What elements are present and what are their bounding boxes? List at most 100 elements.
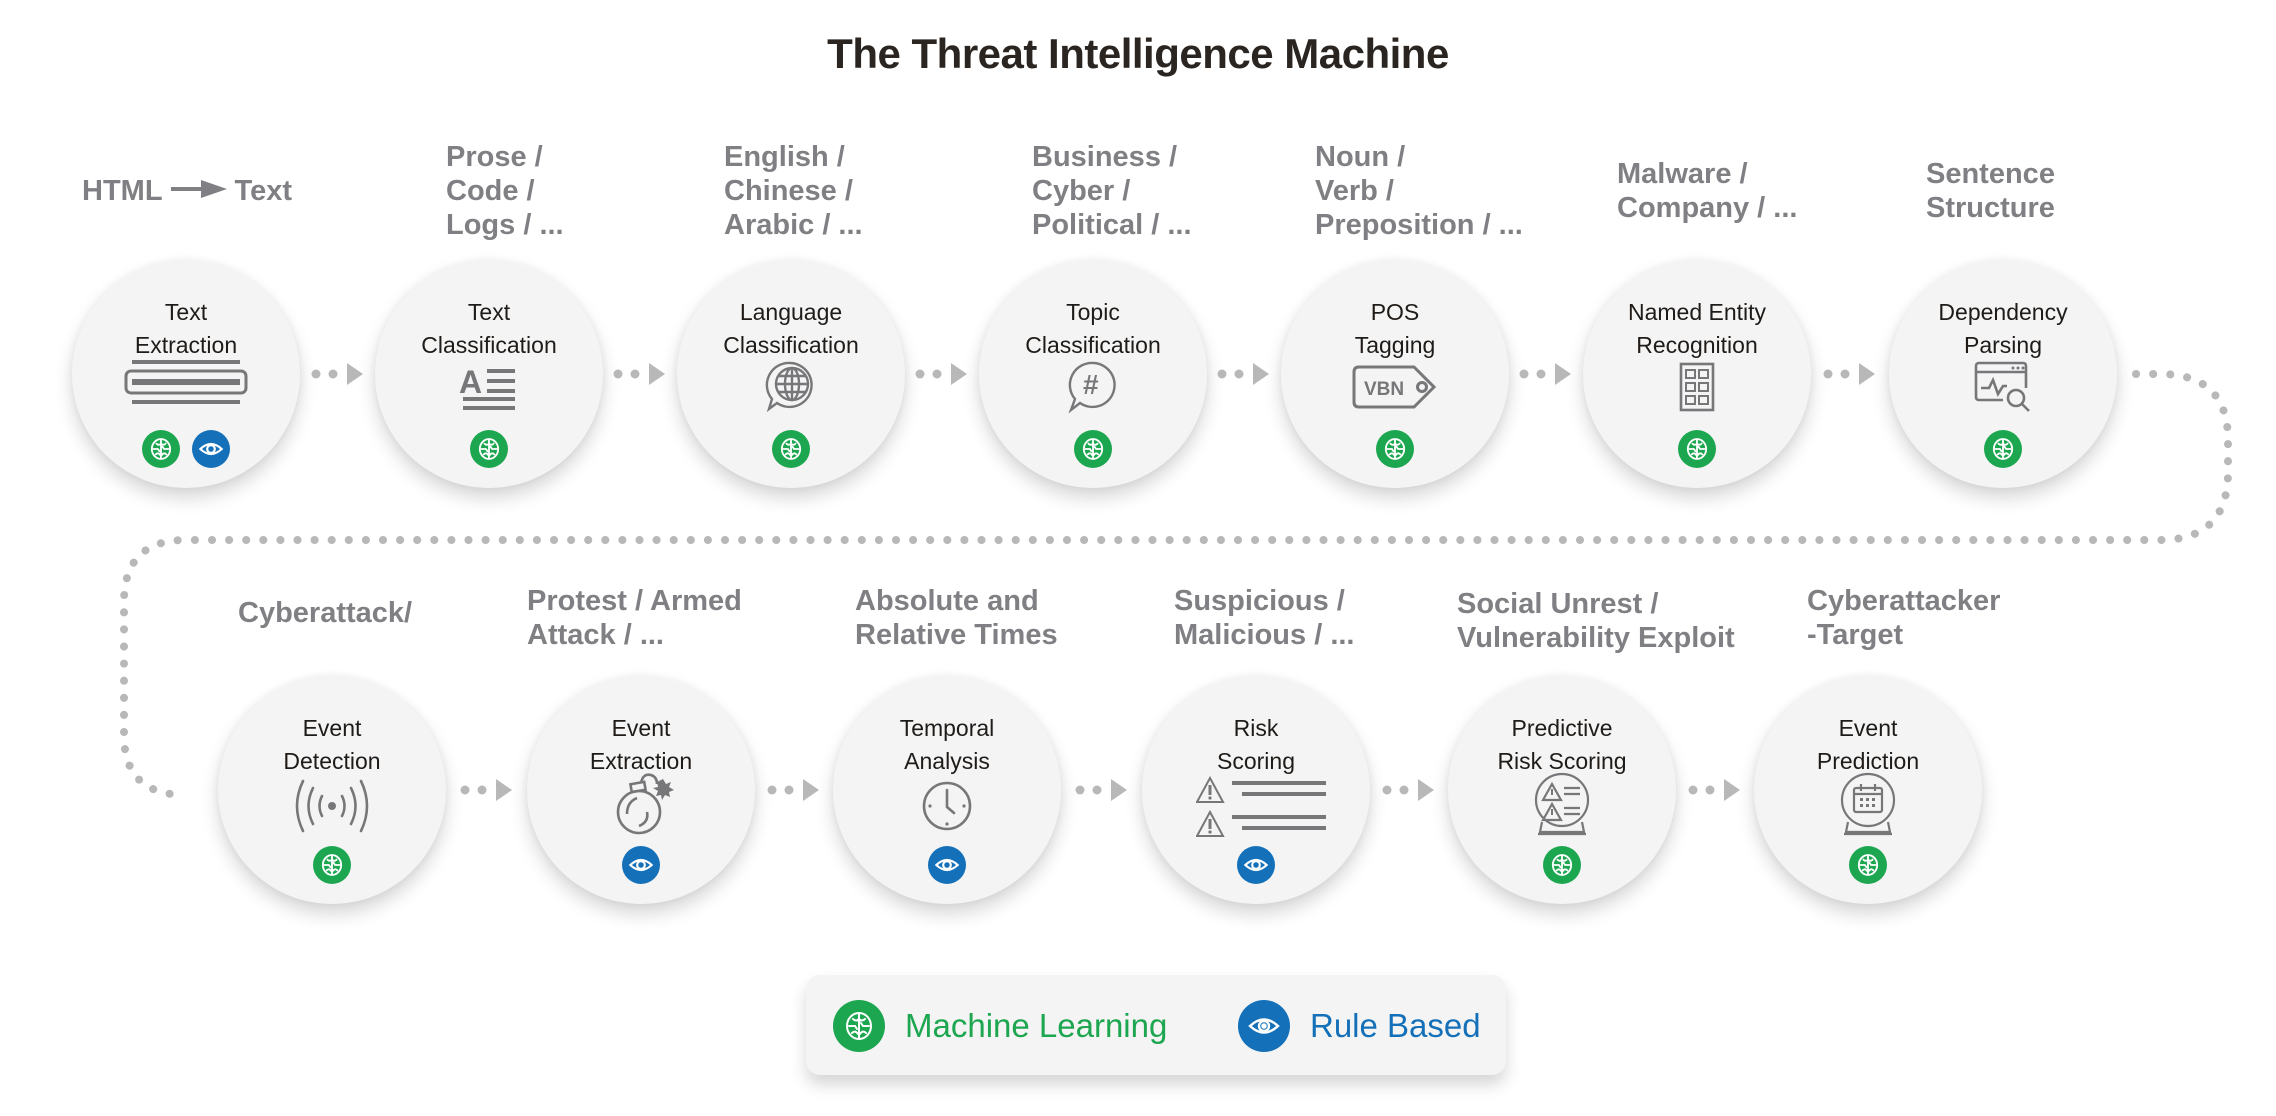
- brain-icon: [1849, 846, 1887, 884]
- node-risk-scoring: Risk Scoring: [1142, 676, 1370, 904]
- node-header-temporal-analysis: Absolute and Relative Times: [855, 584, 1058, 652]
- node-label-line: Extraction: [134, 332, 238, 358]
- node-header-pos-tagging: Noun / Verb / Preposition / ...: [1315, 140, 1523, 242]
- node-temporal-analysis: Temporal Analysis: [833, 676, 1061, 904]
- grid-icon: [1679, 362, 1715, 416]
- header-line: Attack / ...: [527, 619, 664, 651]
- node-label-line: Parsing: [1964, 332, 2042, 358]
- node-header-dependency-parsing: Sentence Structure: [1926, 157, 2055, 225]
- header-line: Protest / Armed: [527, 585, 742, 617]
- node-predictive-risk-scoring: Predictive Risk Scoring: [1448, 676, 1676, 904]
- broadcast-icon: [289, 778, 375, 838]
- legend: Machine Learning Rule Based: [806, 975, 1506, 1075]
- flow-connector-arrow: [1519, 362, 1573, 386]
- legend-label-machine-learning: Machine Learning: [905, 1007, 1168, 1044]
- eye-icon: [1238, 1000, 1290, 1052]
- node-label: Topic Classification: [979, 296, 1207, 362]
- header-line: Suspicious /: [1174, 585, 1345, 617]
- text-extraction-icon: [124, 360, 248, 408]
- node-label-line: Event: [1838, 715, 1898, 741]
- flow-connector-arrow: [460, 778, 514, 802]
- legend-item-rule-based: Rule Based: [1238, 1000, 1481, 1052]
- header-line: Cyber /: [1032, 175, 1131, 207]
- node-dependency-parsing: Dependency Parsing: [1889, 260, 2117, 488]
- header-line: Absolute and: [855, 585, 1039, 617]
- header-line: Verb /: [1315, 175, 1394, 207]
- method-badges: [677, 430, 905, 468]
- node-pos-tagging: POS Tagging VBN: [1281, 260, 1509, 488]
- crystal-ball-calendar-icon: [1834, 772, 1902, 842]
- brain-icon: [1984, 430, 2022, 468]
- header-from: HTML: [82, 175, 163, 207]
- header-line: Malicious / ...: [1174, 619, 1355, 651]
- header-line: Relative Times: [855, 619, 1058, 651]
- bomb-icon: [613, 770, 677, 840]
- threat-intelligence-diagram: The Threat Intelligence Machine HTML Text…: [0, 0, 2276, 1116]
- node-label-line: POS: [1370, 299, 1420, 325]
- hashtag-speech-icon: #: [1066, 360, 1120, 420]
- clock-icon: [921, 780, 973, 836]
- node-label: Text Classification: [375, 296, 603, 362]
- flow-connector-arrow: [311, 362, 365, 386]
- node-label: Temporal Analysis: [833, 712, 1061, 778]
- header-line: -Target: [1807, 619, 1904, 651]
- header-line: Structure: [1926, 192, 2055, 224]
- node-label-line: Text: [467, 299, 511, 325]
- tag-icon: VBN: [1350, 364, 1440, 414]
- node-label: Language Classification: [677, 296, 905, 362]
- node-label-line: Detection: [283, 748, 381, 774]
- node-label-line: Classification: [421, 332, 557, 358]
- brain-icon: [470, 430, 508, 468]
- node-header-event-extraction: Protest / Armed Attack / ...: [527, 584, 742, 652]
- method-badges: [72, 430, 300, 468]
- header-line: Preposition / ...: [1315, 209, 1523, 241]
- header-line: Business /: [1032, 141, 1178, 173]
- eye-icon: [1237, 846, 1275, 884]
- brain-icon: [772, 430, 810, 468]
- header-line: Malware /: [1617, 158, 1748, 190]
- header-line: Chinese /: [724, 175, 853, 207]
- header-line: Vulnerability Exploit: [1457, 622, 1735, 654]
- header-line: Code /: [446, 175, 535, 207]
- node-text-extraction: Text Extraction: [72, 260, 300, 488]
- node-label: POS Tagging: [1281, 296, 1509, 362]
- legend-item-machine-learning: Machine Learning: [833, 1000, 1167, 1052]
- brain-icon: [142, 430, 180, 468]
- brain-icon: [313, 846, 351, 884]
- method-badges: [527, 846, 755, 884]
- brain-icon: [1543, 846, 1581, 884]
- node-label-line: Named Entity: [1627, 299, 1767, 325]
- method-badges: [375, 430, 603, 468]
- node-label-line: Tagging: [1354, 332, 1436, 358]
- node-named-entity-recognition: Named Entity Recognition: [1583, 260, 1811, 488]
- node-label-line: Risk: [1233, 715, 1279, 741]
- node-label-line: Scoring: [1217, 748, 1295, 774]
- flow-connector-arrow: [915, 362, 969, 386]
- eye-icon: [192, 430, 230, 468]
- node-event-prediction: Event Prediction: [1754, 676, 1982, 904]
- header-line: Prose /: [446, 141, 543, 173]
- svg-text:#: #: [1083, 369, 1099, 400]
- flow-connector-arrow: [1217, 362, 1271, 386]
- flow-connector-arrow: [1823, 362, 1877, 386]
- warning-list-icon: [1195, 775, 1328, 844]
- flow-connector-arrow: [767, 778, 821, 802]
- header-line: Company / ...: [1617, 192, 1798, 224]
- node-label-line: Analysis: [904, 748, 990, 774]
- crystal-ball-warning-icon: [1528, 772, 1596, 842]
- node-label-line: Event: [611, 715, 671, 741]
- node-label-line: Language: [739, 299, 843, 325]
- header-line: Cyberattack/: [238, 597, 413, 629]
- flow-connector-arrow: [1075, 778, 1129, 802]
- node-header-text-extraction: HTML Text: [82, 174, 292, 208]
- flow-connector-arrow: [1382, 778, 1436, 802]
- node-label: Event Extraction: [527, 712, 755, 778]
- node-header-risk-scoring: Suspicious / Malicious / ...: [1174, 584, 1355, 652]
- node-header-event-detection: Cyberattack/: [238, 596, 412, 630]
- node-label: Risk Scoring: [1142, 712, 1370, 778]
- header-line: Logs / ...: [446, 209, 564, 241]
- brain-icon: [1678, 430, 1716, 468]
- node-label-line: Text: [164, 299, 208, 325]
- node-header-event-prediction: Cyberattacker -Target: [1807, 584, 2000, 652]
- tag-text: VBN: [1364, 379, 1404, 400]
